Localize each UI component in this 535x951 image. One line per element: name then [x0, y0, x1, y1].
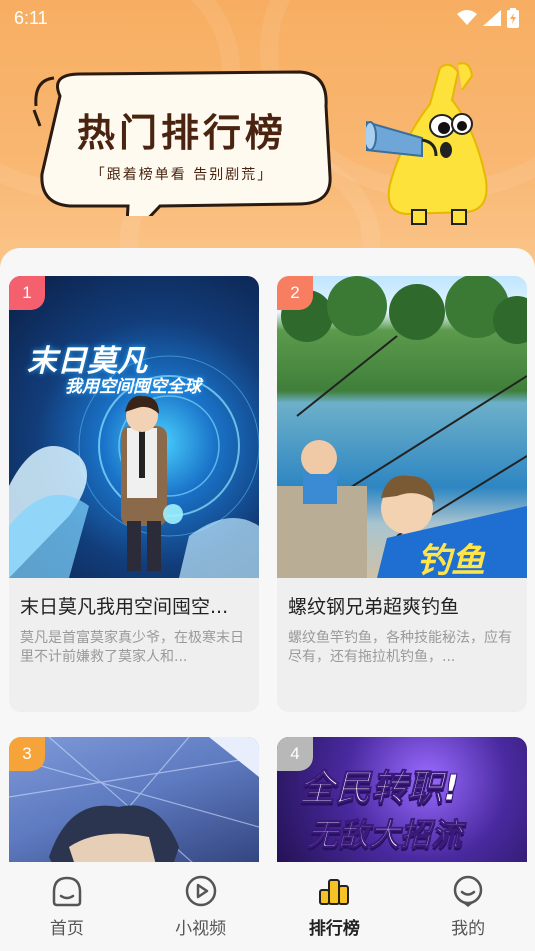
ranking-card[interactable]: 钓鱼 2 螺纹钢兄弟超爽钓鱼 螺纹鱼竿钓鱼，各种技能秘法，应有尽有，还有拖拉机钓… — [277, 276, 527, 712]
rank-badge: 2 — [277, 276, 313, 310]
ranking-list: 末日莫凡 我用空间囤空全球 1 末日莫凡我用空间囤空... 莫凡是首富莫家真少爷… — [0, 248, 535, 868]
card-cover-image: 全民转职! 无敌大招流 4 — [277, 737, 527, 868]
banner-subtitle: 「跟着榜单看 告别剧荒」 — [90, 167, 274, 183]
home-icon — [52, 876, 82, 907]
nav-label: 排行榜 — [308, 919, 360, 939]
nav-short-video[interactable]: 小视频 — [134, 862, 268, 951]
card-cover-image: 3 — [9, 737, 259, 868]
nav-label: 首页 — [49, 919, 84, 939]
card-title: 末日莫凡我用空间囤空... — [20, 596, 229, 618]
rank-badge: 1 — [9, 276, 45, 310]
nav-profile[interactable]: 我的 — [401, 862, 535, 951]
ranking-card[interactable]: 全民转职! 无敌大招流 4 — [277, 737, 527, 868]
status-bar: 6:11 — [0, 0, 535, 36]
card-description: 螺纹鱼竿钓鱼，各种技能秘法，应有尽有，还有拖拉机钓鱼，... — [288, 630, 512, 665]
nav-label: 小视频 — [175, 919, 227, 939]
wifi-icon — [457, 10, 477, 25]
card-description: 莫凡是首富莫家真少爷，在极寒末日里不计前嫌救了莫家人和... — [20, 630, 244, 665]
banner-title: 热门排行榜 — [76, 111, 287, 155]
rank-badge: 4 — [277, 737, 313, 771]
bottom-navigation: 首页 小视频 排行榜 我的 — [0, 862, 535, 951]
cover-title-line1: 全民转职! — [298, 768, 460, 810]
profile-icon — [453, 875, 483, 907]
card-cover-image: 钓鱼 2 — [277, 276, 527, 578]
nav-ranking[interactable]: 排行榜 — [268, 862, 402, 951]
nav-label: 我的 — [451, 919, 486, 939]
nav-home[interactable]: 首页 — [0, 862, 134, 951]
ranking-card[interactable]: 3 — [9, 737, 259, 868]
cover-title-line2: 我用空间囤空全球 — [65, 377, 201, 397]
play-icon — [185, 875, 216, 907]
status-time: 6:11 — [14, 7, 48, 28]
card-title: 螺纹钢兄弟超爽钓鱼 — [288, 596, 460, 618]
battery-icon — [507, 8, 519, 28]
signal-icon — [483, 10, 501, 26]
ranking-icon — [319, 879, 350, 905]
rank-badge: 3 — [9, 737, 45, 771]
ranking-banner: 热门排行榜 「跟着榜单看 告别剧荒」 — [0, 0, 535, 270]
cover-title-line2: 无敌大招流 — [307, 817, 463, 854]
card-cover-image: 末日莫凡 我用空间囤空全球 1 — [9, 276, 259, 578]
svg-text:钓鱼: 钓鱼 — [417, 541, 486, 578]
status-icons — [457, 8, 519, 28]
megaphone-mascot-icon — [366, 62, 488, 225]
ranking-card[interactable]: 末日莫凡 我用空间囤空全球 1 末日莫凡我用空间囤空... 莫凡是首富莫家真少爷… — [9, 276, 259, 712]
